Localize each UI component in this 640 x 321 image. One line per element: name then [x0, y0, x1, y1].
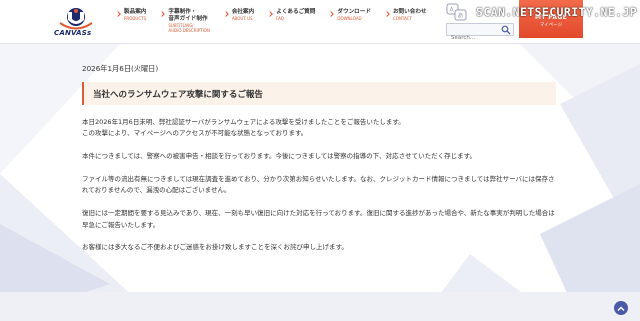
paragraph-4: 復旧には一定期間を要する見込みであり、現在、一刻も早い復旧に向けた対応を行ってお… [82, 209, 555, 229]
nav-subtitling-sub: SUBTITLING/ AUDIO DESCRIPTION [168, 23, 210, 33]
mypage-sub: マイページ [539, 23, 563, 28]
search-input[interactable] [447, 32, 501, 44]
language-icon[interactable]: A あ [446, 3, 468, 21]
paragraph-1: 本日2026年1月6日未明、弊社認証サーバがランサムウェアによる攻撃を受けました… [82, 118, 405, 138]
nav-subtitling-label: 字幕制作・ 音声ガイド制作 [168, 9, 208, 22]
nav-faq-sub: FAQ [276, 16, 284, 21]
nav-subtitling[interactable]: 字幕制作・ 音声ガイド制作 SUBTITLING/ AUDIO DESCRIPT… [160, 9, 209, 33]
nav-contact-label: お問い合わせ [392, 9, 427, 15]
nav-about[interactable]: 会社案内 ABOUT US [224, 9, 254, 33]
footer-band [0, 292, 640, 321]
watermark-text: SCAN.NETSECURITY.NE.JP [476, 5, 638, 19]
logo-text: CANVASs [54, 29, 92, 37]
search-icon[interactable] [501, 25, 511, 35]
nav-faq-label: よくあるご質問 [276, 9, 316, 15]
article-date: 2026年1月6日(火曜日) [82, 64, 159, 73]
nav-products-label: 製品案内 [124, 9, 147, 15]
paragraph-5: お客様には多大なるご不便およびご迷惑をお掛け致しますことを深くお詫び申し上げます… [82, 243, 348, 252]
main-nav: 製品案内 PRODUCTS 字幕制作・ 音声ガイド制作 SUBTITLING/ … [116, 9, 441, 33]
nav-contact[interactable]: お問い合わせ CONTACT [385, 9, 427, 33]
nav-faq[interactable]: よくあるご質問 FAQ [268, 9, 315, 33]
svg-text:A: A [450, 7, 455, 14]
nav-contact-sub: CONTACT [392, 16, 412, 21]
nav-download-sub: DOWNLOAD [337, 16, 362, 21]
nav-download-label: ダウンロード [337, 9, 371, 15]
paragraph-3: ファイル等の流出有無につきましては現在調査を進めており、分かり次第お知らせいたし… [82, 175, 555, 195]
nav-about-label: 会社案内 [231, 9, 255, 15]
article: 2026年1月6日(火曜日) 当社へのランサムウェア攻撃に関するご報告 本日20… [82, 64, 556, 254]
chevron-up-icon [617, 306, 625, 311]
nav-about-sub: ABOUT US [231, 16, 253, 21]
nav-products[interactable]: 製品案内 PRODUCTS [116, 9, 146, 33]
back-to-top-button[interactable] [614, 301, 628, 315]
paragraph-2: 本件につきましては、警察への被害申告・相談を行っております。今後につきましては警… [82, 152, 477, 161]
article-title: 当社へのランサムウェア攻撃に関するご報告 [93, 89, 263, 100]
nav-download[interactable]: ダウンロード DOWNLOAD [329, 9, 371, 33]
nav-products-sub: PRODUCTS [124, 16, 147, 21]
article-title-bar: 当社へのランサムウェア攻撃に関するご報告 [82, 82, 556, 105]
svg-text:あ: あ [458, 13, 464, 20]
search-box [446, 23, 514, 44]
